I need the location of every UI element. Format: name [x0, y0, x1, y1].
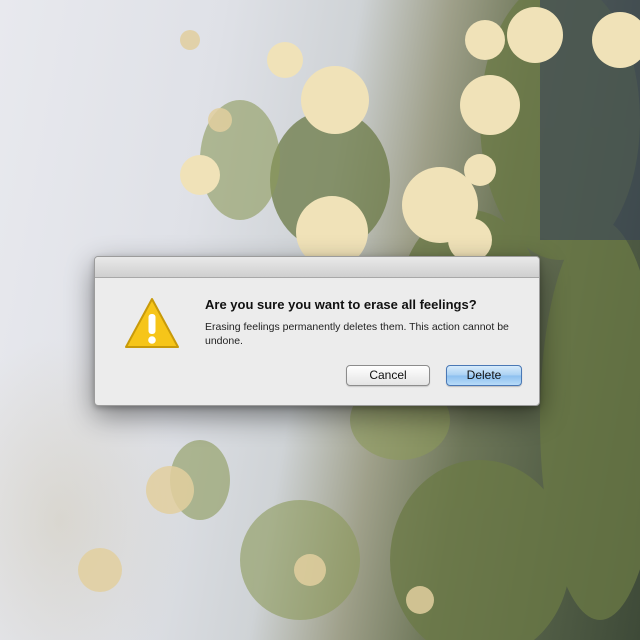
cancel-button[interactable]: Cancel: [346, 365, 430, 386]
warning-triangle-icon: [125, 298, 179, 348]
dialog-heading: Are you sure you want to erase all feeli…: [205, 297, 477, 312]
dialog-message: Erasing feelings permanently deletes the…: [205, 321, 509, 347]
delete-button[interactable]: Delete: [446, 365, 522, 386]
alert-dialog: Are you sure you want to erase all feeli…: [94, 256, 540, 406]
dialog-title-bar[interactable]: [95, 257, 539, 278]
